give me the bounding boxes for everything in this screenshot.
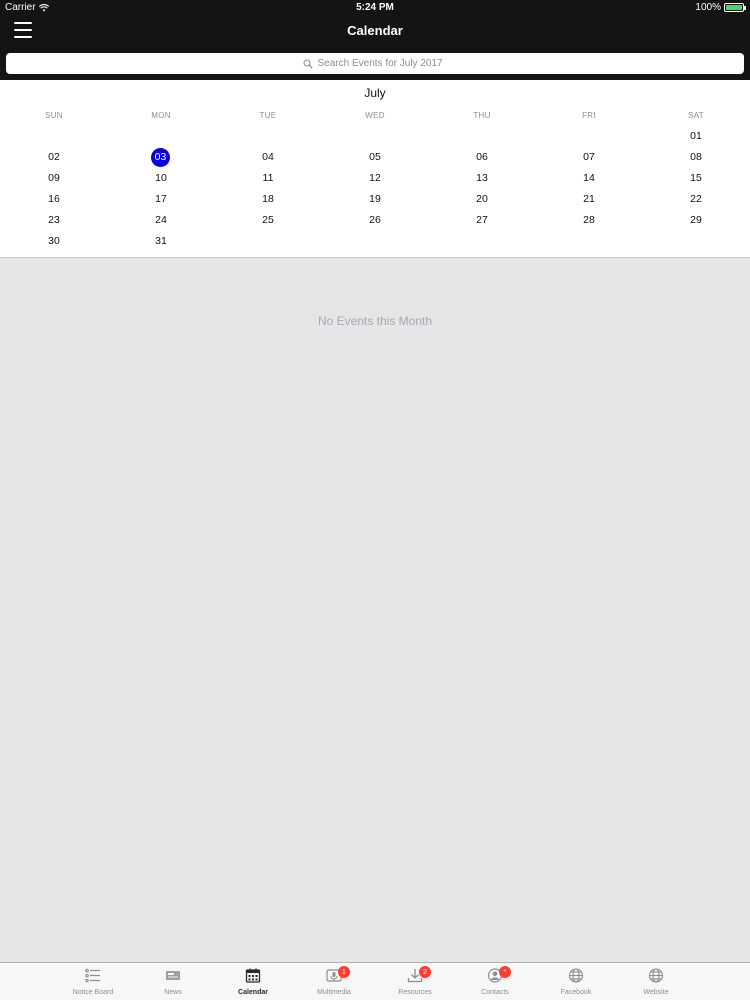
globe-icon <box>568 968 584 983</box>
tab-facebook[interactable]: Facebook <box>541 963 611 1000</box>
search-input[interactable] <box>317 58 448 69</box>
tab-label: Notice Board <box>72 989 114 996</box>
month-title: July <box>364 86 386 100</box>
search-bar[interactable] <box>6 53 744 74</box>
tab-contacts[interactable]: * Contacts <box>460 963 530 1000</box>
calendar-day[interactable]: 25 <box>257 211 279 229</box>
calendar-day[interactable]: 16 <box>43 190 65 208</box>
calendar-day[interactable]: 12 <box>364 169 386 187</box>
calendar-day[interactable]: 22 <box>685 190 707 208</box>
calendar-day-selected[interactable]: 03 <box>151 148 170 167</box>
calendar-day[interactable]: 08 <box>685 148 707 166</box>
battery-info: 100% <box>695 2 746 13</box>
tab-resources[interactable]: 2 Resources <box>380 963 450 1000</box>
no-events-message: No Events this Month <box>317 314 433 328</box>
weekday-label: THU <box>473 111 491 120</box>
search-icon <box>302 58 313 69</box>
calendar-day[interactable]: 19 <box>364 190 386 208</box>
battery-percent: 100% <box>695 2 721 13</box>
tab-badge: * <box>499 966 511 978</box>
tab-badge: 1 <box>338 966 350 978</box>
calendar-day[interactable]: 13 <box>471 169 493 187</box>
calendar-day[interactable]: 04 <box>257 148 279 166</box>
tab-bar: Notice Board News Calendar 1 Multimedia <box>0 962 750 1000</box>
calendar-day[interactable]: 15 <box>685 169 707 187</box>
status-bar: Carrier 5:24 PM 100% <box>0 0 750 16</box>
weekday-label: MON <box>151 111 171 120</box>
calendar-day[interactable]: 10 <box>150 169 172 187</box>
calendar-day[interactable]: 24 <box>150 211 172 229</box>
calendar-day[interactable]: 01 <box>685 127 707 145</box>
calendar-day[interactable]: 26 <box>364 211 386 229</box>
calendar-day[interactable]: 05 <box>364 148 386 166</box>
calendar-day[interactable]: 11 <box>257 169 279 187</box>
tab-badge: 2 <box>419 966 431 978</box>
calendar-day[interactable]: 21 <box>578 190 600 208</box>
list-icon <box>85 968 100 983</box>
tab-label: News <box>164 989 182 996</box>
page-title: Calendar <box>347 23 403 38</box>
tab-label: Calendar <box>238 989 268 996</box>
tab-calendar[interactable]: Calendar <box>218 963 288 1000</box>
calendar-day[interactable]: 07 <box>578 148 600 166</box>
calendar-day[interactable]: 09 <box>43 169 65 187</box>
battery-icon <box>724 3 746 12</box>
weekday-label: SAT <box>688 111 704 120</box>
calendar-day[interactable]: 18 <box>257 190 279 208</box>
tab-notice-board[interactable]: Notice Board <box>58 963 128 1000</box>
tab-label: Website <box>643 989 669 996</box>
calendar-day[interactable]: 23 <box>43 211 65 229</box>
calendar-day[interactable]: 14 <box>578 169 600 187</box>
weekday-label: SUN <box>45 111 63 120</box>
globe-icon <box>648 968 664 983</box>
calendar-day[interactable]: 31 <box>150 232 172 250</box>
tab-label: Resources <box>398 989 432 996</box>
weekday-label: TUE <box>259 111 277 120</box>
tab-label: Multimedia <box>317 989 351 996</box>
weekday-label: FRI <box>582 111 596 120</box>
tab-label: Contacts <box>481 989 509 996</box>
calendar-icon <box>245 968 261 983</box>
calendar-day[interactable]: 29 <box>685 211 707 229</box>
tab-news[interactable]: News <box>138 963 208 1000</box>
tab-label: Facebook <box>560 989 592 996</box>
month-calendar: July SUN MON TUE WED THU FRI SAT 01 02 0… <box>0 80 750 258</box>
tab-website[interactable]: Website <box>621 963 691 1000</box>
calendar-day[interactable]: 20 <box>471 190 493 208</box>
calendar-day[interactable]: 27 <box>471 211 493 229</box>
calendar-day[interactable]: 30 <box>43 232 65 250</box>
clock: 5:24 PM <box>356 2 394 13</box>
calendar-day[interactable]: 06 <box>471 148 493 166</box>
calendar-day[interactable]: 02 <box>43 148 65 166</box>
calendar-day[interactable]: 17 <box>150 190 172 208</box>
newspaper-icon <box>166 971 180 980</box>
weekday-label: WED <box>365 111 385 120</box>
tab-multimedia[interactable]: 1 Multimedia <box>299 963 369 1000</box>
nav-bar: Calendar <box>0 16 750 80</box>
calendar-day[interactable]: 28 <box>578 211 600 229</box>
